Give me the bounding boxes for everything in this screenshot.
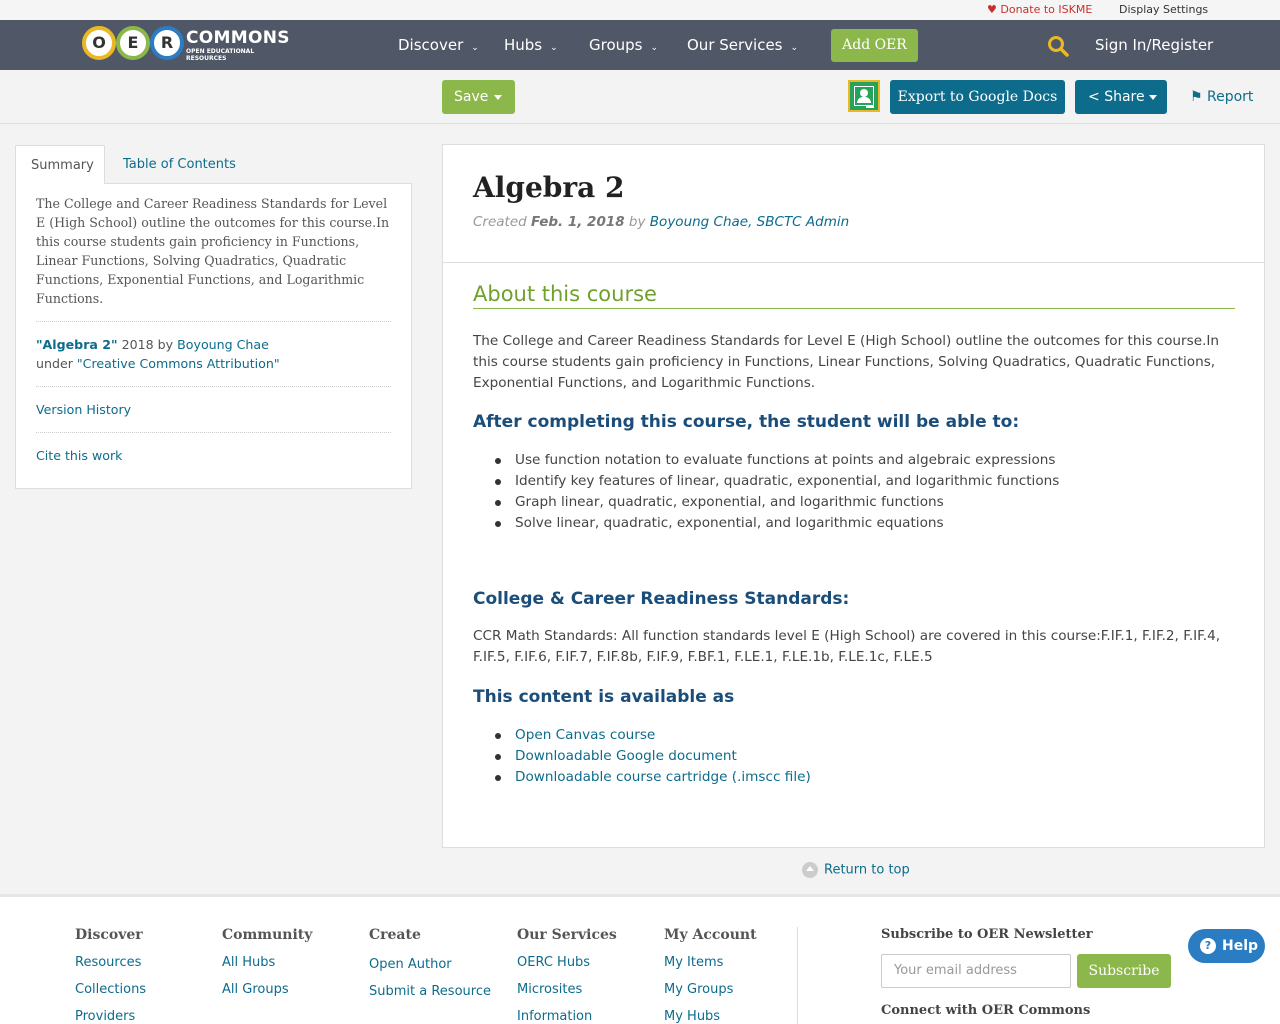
standards-heading: College & Career Readiness Standards: bbox=[473, 589, 850, 609]
oer-commons-logo[interactable]: O E R COMMONS OPEN EDUCATIONAL RESOURCES bbox=[82, 26, 290, 62]
chevron-down-icon: ⌄ bbox=[790, 43, 799, 53]
course-cartridge-link[interactable]: Downloadable course cartridge (.imscc fi… bbox=[495, 767, 811, 788]
nav-groups[interactable]: Groups ⌄ bbox=[589, 36, 658, 54]
connect-heading: Connect with OER Commons bbox=[881, 1003, 1091, 1018]
top-strip: ♥ Donate to ISKME Display Settings bbox=[0, 0, 1280, 20]
footer-link[interactable]: All Groups bbox=[222, 982, 312, 997]
list-item: Solve linear, quadratic, exponential, an… bbox=[494, 513, 1059, 534]
footer-link[interactable]: Providers bbox=[75, 1009, 146, 1024]
footer-link[interactable]: My Hubs bbox=[664, 1009, 757, 1024]
logo-subtitle: OPEN EDUCATIONAL RESOURCES bbox=[186, 48, 255, 62]
share-button[interactable]: < Share bbox=[1075, 80, 1167, 114]
add-oer-button[interactable]: Add OER bbox=[831, 29, 918, 62]
footer-col-create: Create Open Author Submit a Resource bbox=[369, 927, 491, 999]
subscribe-button[interactable]: Subscribe bbox=[1077, 954, 1171, 988]
display-settings-link[interactable]: Display Settings bbox=[1119, 3, 1208, 16]
return-to-top-link[interactable]: Return to top bbox=[802, 862, 910, 878]
sign-in-link[interactable]: Sign In/Register bbox=[1095, 36, 1213, 54]
newsletter-heading: Subscribe to OER Newsletter bbox=[881, 927, 1093, 942]
google-document-link[interactable]: Downloadable Google document bbox=[495, 746, 811, 767]
footer-link[interactable]: Submit a Resource bbox=[369, 984, 491, 999]
list-item: Use function notation to evaluate functi… bbox=[494, 450, 1059, 471]
footer-link[interactable]: Collections bbox=[75, 982, 146, 997]
logo-letter-e: E bbox=[116, 26, 150, 60]
sidebar-tabs: Summary Table of Contents bbox=[15, 145, 412, 184]
caret-down-icon bbox=[1148, 94, 1157, 100]
main-nav: O E R COMMONS OPEN EDUCATIONAL RESOURCES… bbox=[0, 20, 1280, 70]
arrow-up-icon bbox=[802, 862, 818, 878]
created-info: Created Feb. 1, 2018 by Boyoung Chae, SB… bbox=[473, 214, 850, 230]
footer-col-our-services: Our Services OERC Hubs Microsites Inform… bbox=[517, 927, 617, 1024]
flag-icon: ⚑ bbox=[1190, 89, 1203, 105]
footer-col-my-account: My Account My Items My Groups My Hubs bbox=[664, 927, 757, 1024]
cite-work-link[interactable]: Cite this work bbox=[36, 448, 122, 463]
footer-link[interactable]: Open Author bbox=[369, 957, 491, 972]
open-canvas-link[interactable]: Open Canvas course bbox=[495, 725, 811, 746]
footer-col-discover: Discover Resources Collections Providers bbox=[75, 927, 147, 1024]
heart-icon: ♥ bbox=[987, 3, 997, 16]
main-content: Algebra 2 Created Feb. 1, 2018 by Boyoun… bbox=[442, 144, 1265, 848]
logo-letter-r: R bbox=[150, 26, 184, 60]
footer-link[interactable]: All Hubs bbox=[222, 955, 312, 970]
summary-panel: The College and Career Readiness Standar… bbox=[15, 183, 412, 489]
newsletter-email-input[interactable]: Your email address bbox=[881, 954, 1071, 988]
donate-link[interactable]: ♥ Donate to ISKME bbox=[987, 3, 1092, 16]
about-heading: About this course bbox=[473, 282, 1235, 309]
license-attribution: "Algebra 2" 2018 by Boyoung Chae under "… bbox=[36, 337, 280, 371]
footer-divider bbox=[797, 927, 798, 1024]
divider bbox=[36, 386, 391, 387]
standards-text: CCR Math Standards: All function standar… bbox=[473, 628, 1221, 665]
outcomes-list: Use function notation to evaluate functi… bbox=[494, 450, 1059, 534]
export-google-docs-button[interactable]: Export to Google Docs bbox=[890, 80, 1065, 114]
share-icon: < bbox=[1088, 89, 1100, 105]
footer-link[interactable]: OERC Hubs bbox=[517, 955, 617, 970]
page-title: Algebra 2 bbox=[473, 171, 625, 204]
footer: Discover Resources Collections Providers… bbox=[0, 894, 1280, 1024]
chevron-down-icon: ⌄ bbox=[550, 43, 558, 53]
footer-link[interactable]: Microsites bbox=[517, 982, 617, 997]
nav-discover[interactable]: Discover ⌄ bbox=[398, 36, 479, 54]
footer-col-community: Community All Hubs All Groups bbox=[222, 927, 313, 997]
authors-link[interactable]: Boyoung Chae, SBCTC Admin bbox=[650, 214, 849, 230]
license-link[interactable]: "Creative Commons Attribution" bbox=[77, 356, 280, 371]
summary-description: The College and Career Readiness Standar… bbox=[36, 196, 390, 306]
footer-link[interactable]: My Groups bbox=[664, 982, 757, 997]
footer-link[interactable]: My Items bbox=[664, 955, 757, 970]
help-button[interactable]: ? Help bbox=[1188, 929, 1265, 963]
divider bbox=[36, 432, 391, 433]
about-text: The College and Career Readiness Standar… bbox=[473, 333, 1220, 391]
caret-down-icon bbox=[494, 95, 502, 100]
logo-word: COMMONS bbox=[186, 28, 290, 48]
divider bbox=[36, 321, 391, 322]
footer-link[interactable]: Information bbox=[517, 1009, 617, 1024]
available-heading: This content is available as bbox=[473, 687, 735, 707]
resource-toolbar: Save Export to Google Docs < Share ⚑ Rep… bbox=[0, 70, 1280, 124]
list-item: Identify key features of linear, quadrat… bbox=[494, 471, 1059, 492]
search-icon[interactable] bbox=[1047, 35, 1069, 57]
nav-our-services[interactable]: Our Services ⌄ bbox=[687, 36, 798, 54]
google-classroom-icon[interactable] bbox=[848, 80, 880, 112]
footer-link[interactable]: Resources bbox=[75, 955, 146, 970]
report-link[interactable]: ⚑ Report bbox=[1190, 89, 1253, 105]
outcomes-heading: After completing this course, the studen… bbox=[473, 412, 1020, 432]
list-item: Graph linear, quadratic, exponential, an… bbox=[494, 492, 1059, 513]
nav-hubs[interactable]: Hubs ⌄ bbox=[504, 36, 558, 54]
chevron-down-icon: ⌄ bbox=[650, 43, 659, 53]
resource-header: Algebra 2 Created Feb. 1, 2018 by Boyoun… bbox=[443, 145, 1264, 263]
logo-letter-o: O bbox=[82, 26, 116, 60]
available-list: Open Canvas course Downloadable Google d… bbox=[495, 725, 811, 788]
tab-summary[interactable]: Summary bbox=[15, 145, 105, 184]
license-title: "Algebra 2" bbox=[36, 337, 118, 352]
save-button[interactable]: Save bbox=[442, 80, 515, 114]
chevron-down-icon: ⌄ bbox=[471, 43, 479, 53]
license-author-link[interactable]: Boyoung Chae bbox=[177, 337, 269, 352]
tab-table-of-contents[interactable]: Table of Contents bbox=[108, 145, 251, 184]
version-history-link[interactable]: Version History bbox=[36, 402, 131, 417]
question-icon: ? bbox=[1200, 938, 1216, 954]
